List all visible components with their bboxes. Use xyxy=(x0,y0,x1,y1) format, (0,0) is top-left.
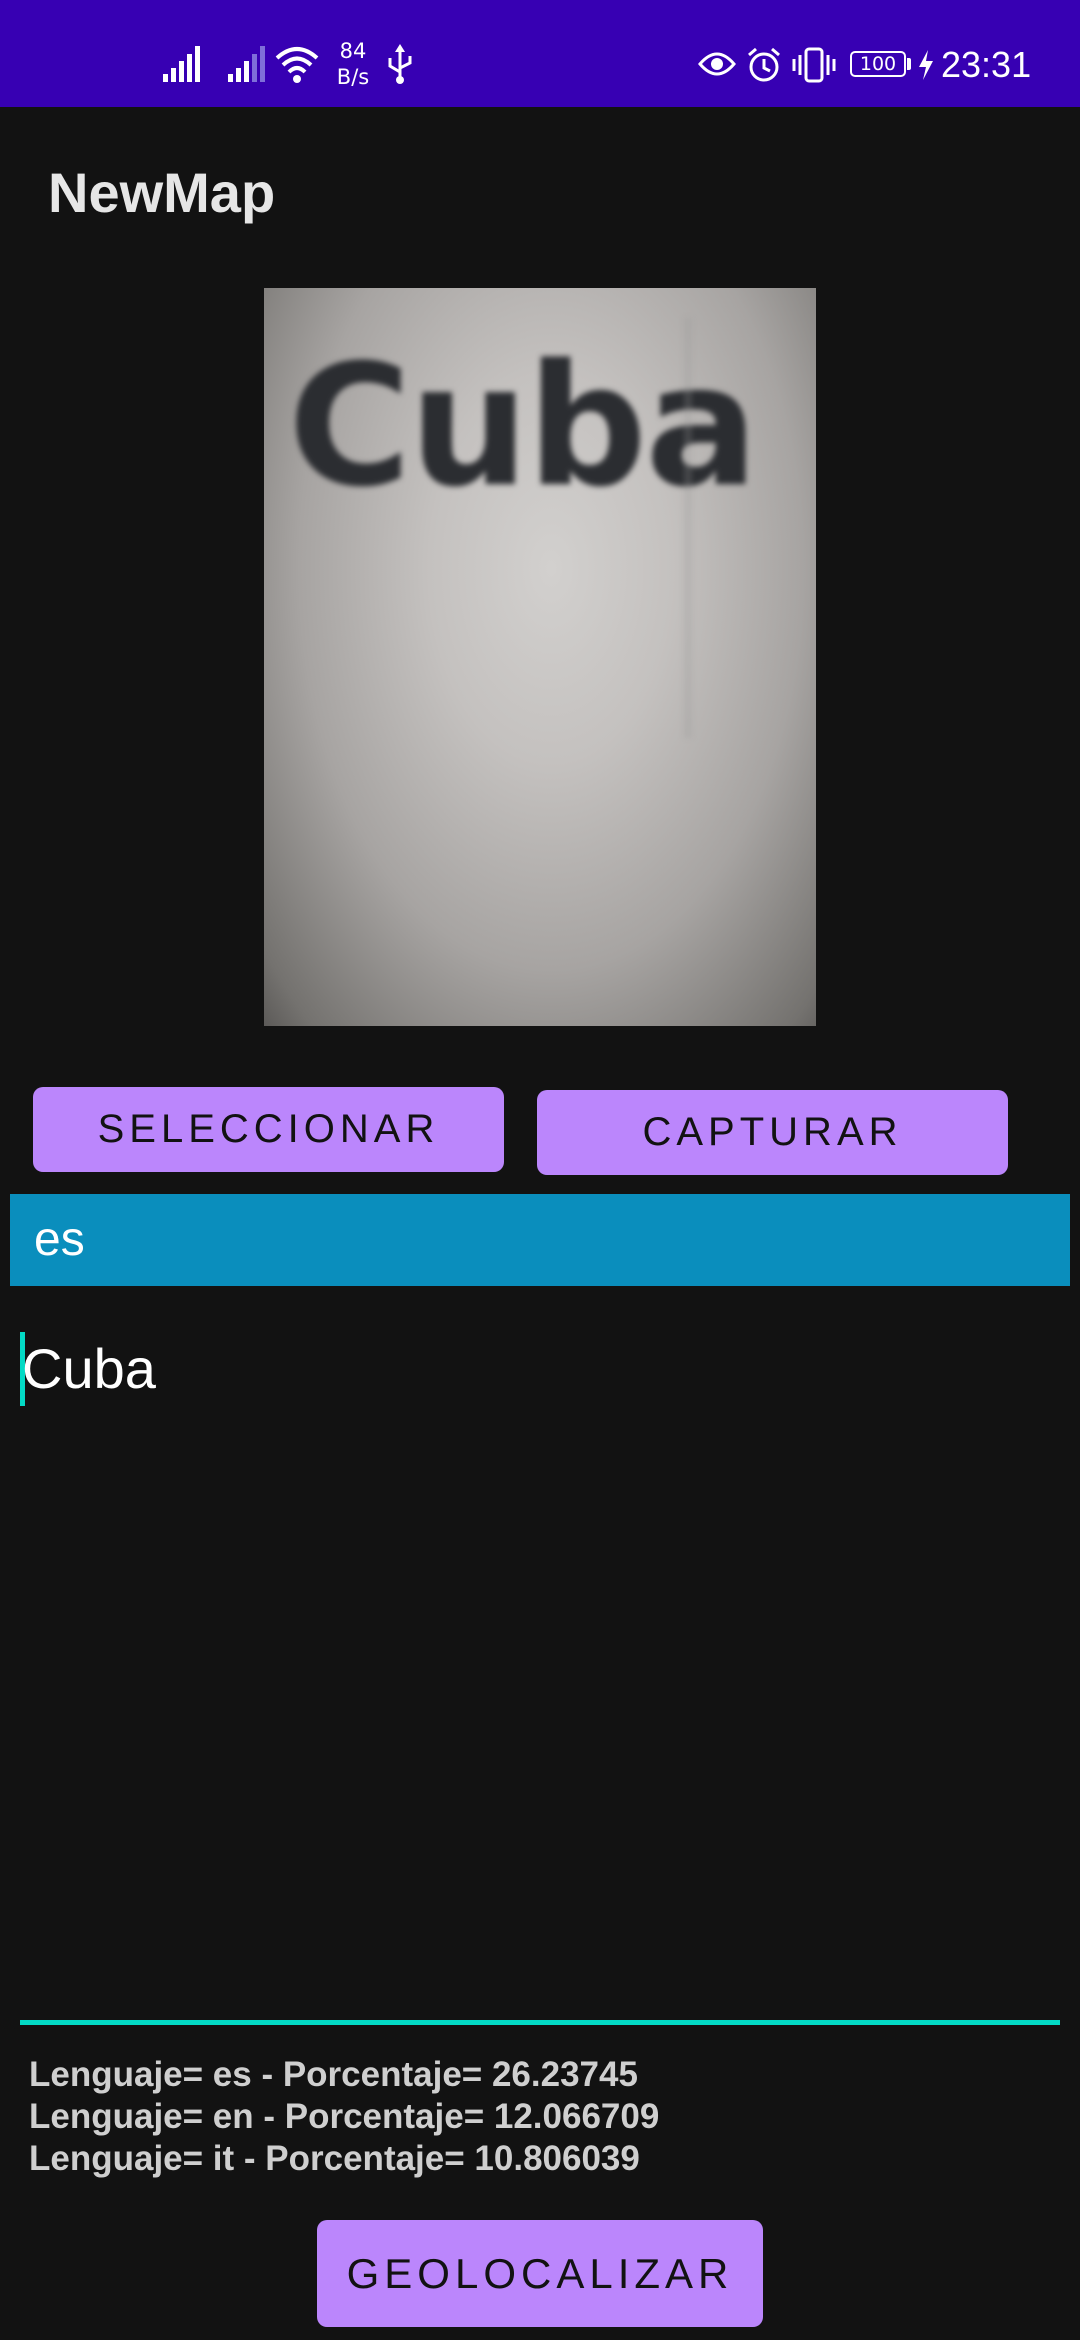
network-speed: 84 B/s xyxy=(332,38,374,90)
image-preview: Cuba xyxy=(264,288,816,1026)
language-results: Lenguaje= es - Porcentaje= 26.23745 Leng… xyxy=(29,2054,659,2180)
status-bar: 84 B/s 100 23:31 xyxy=(0,0,1080,107)
recognized-text-field[interactable]: Cuba xyxy=(18,1328,1062,2028)
net-speed-value: 84 xyxy=(339,39,367,63)
signal-icon xyxy=(228,46,265,82)
wifi-icon xyxy=(275,47,319,83)
battery-tip xyxy=(907,58,911,70)
language-code: es xyxy=(34,1213,85,1266)
signal-icon xyxy=(163,46,200,82)
result-line-it: Lenguaje= it - Porcentaje= 10.806039 xyxy=(29,2139,640,2178)
app-title: NewMap xyxy=(48,161,276,224)
capture-button[interactable]: CAPTURAR xyxy=(537,1090,1008,1175)
net-speed-unit: B/s xyxy=(336,65,370,89)
eye-icon xyxy=(698,52,736,76)
result-line-es: Lenguaje= es - Porcentaje= 26.23745 xyxy=(29,2055,638,2094)
charging-icon xyxy=(919,50,933,80)
vibrate-icon xyxy=(792,47,836,83)
geolocate-button[interactable]: GEOLOCALIZAR xyxy=(317,2220,763,2327)
alarm-icon xyxy=(748,47,780,82)
result-line-en: Lenguaje= en - Porcentaje= 12.066709 xyxy=(29,2097,660,2136)
usb-icon xyxy=(388,44,412,84)
recognized-text[interactable]: Cuba xyxy=(22,1336,156,1401)
select-button[interactable]: SELECCIONAR xyxy=(33,1087,504,1172)
language-banner: es xyxy=(10,1194,1070,1286)
photo-text: Cuba xyxy=(288,328,759,524)
text-field-underline xyxy=(20,2020,1060,2025)
battery-icon: 100 xyxy=(850,51,906,77)
clock: 23:31 xyxy=(941,44,1032,85)
